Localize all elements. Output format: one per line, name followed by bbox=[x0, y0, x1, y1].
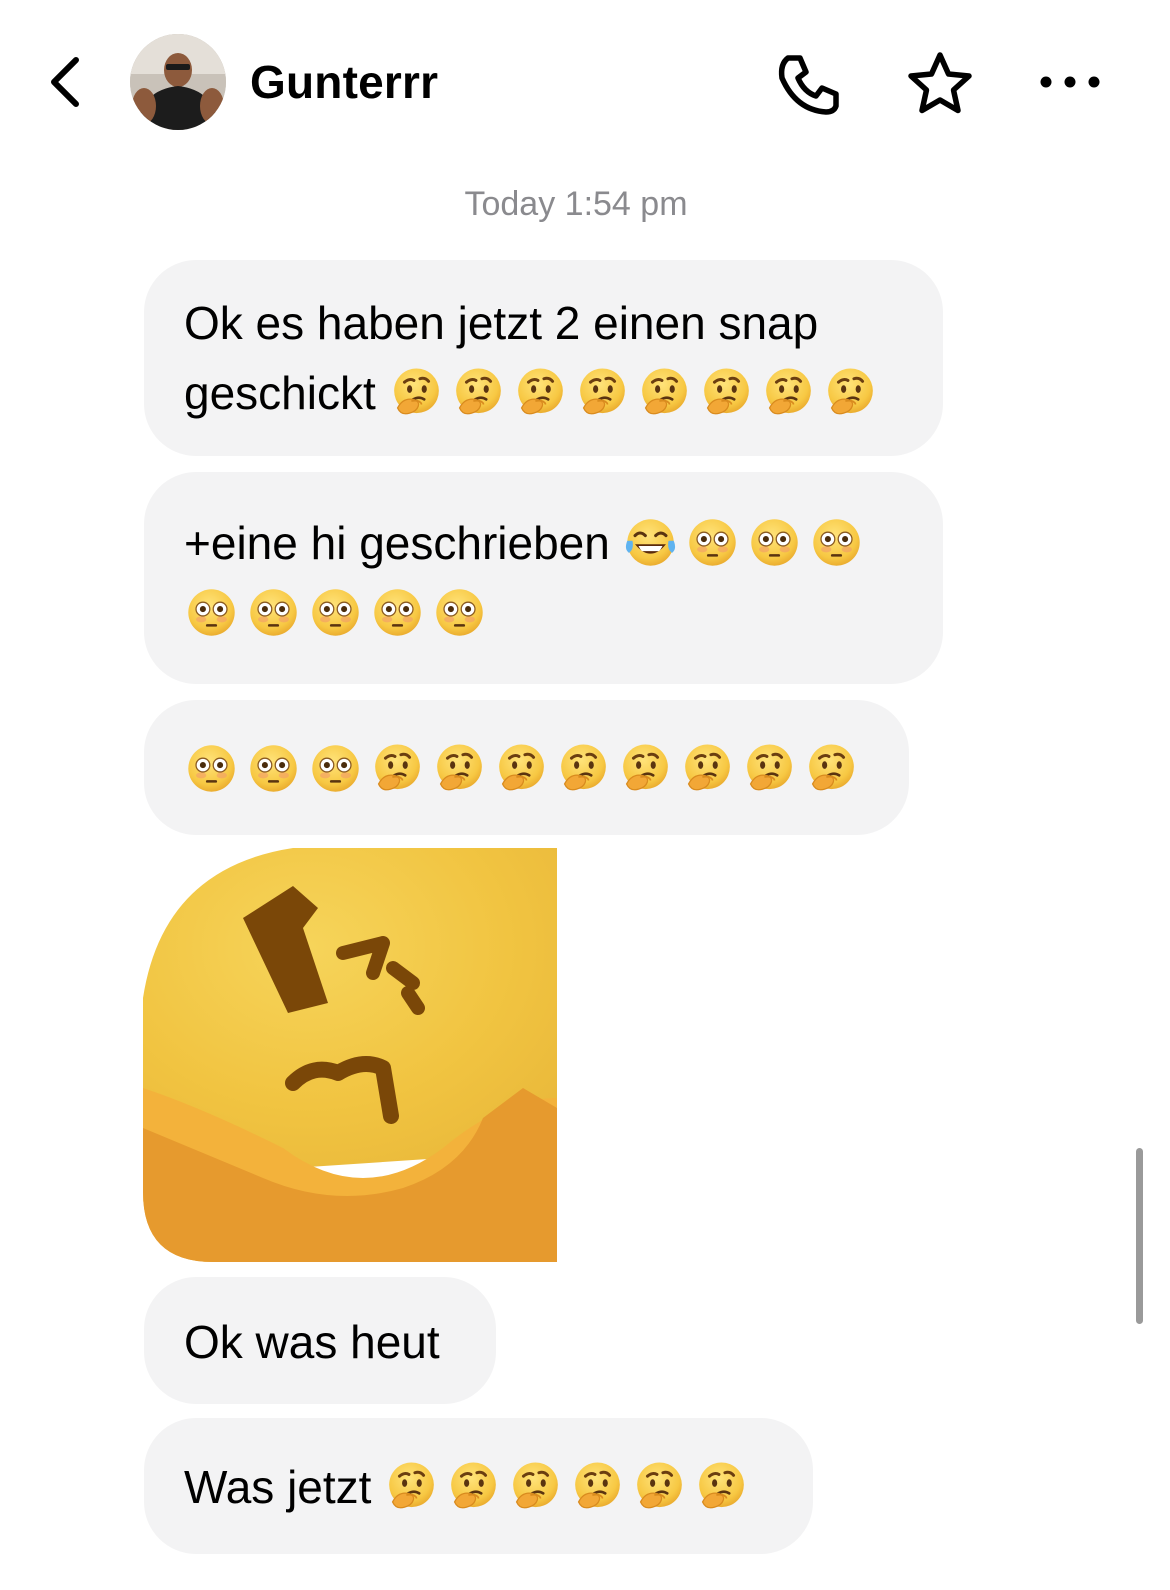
thinking-emoji-icon bbox=[699, 365, 754, 420]
thinking-emoji-icon bbox=[742, 741, 797, 796]
thinking-emoji-icon bbox=[575, 365, 630, 420]
chevron-left-icon bbox=[51, 57, 79, 107]
thinking-emoji-icon bbox=[618, 741, 673, 796]
contact-name[interactable]: Gunterrr bbox=[250, 54, 438, 110]
thinking-emoji-icon bbox=[680, 741, 735, 796]
thinking-emoji-icon bbox=[570, 1459, 625, 1514]
message-bubble[interactable] bbox=[144, 700, 909, 835]
thinking-face-sticker[interactable] bbox=[143, 848, 557, 1262]
thinking-emoji-icon bbox=[761, 365, 816, 420]
thinking-emoji-icon bbox=[823, 365, 878, 420]
flushed-emoji-icon bbox=[685, 515, 740, 570]
flushed-emoji-icon bbox=[432, 585, 487, 640]
thinking-emoji-icon bbox=[804, 741, 859, 796]
emoji-group bbox=[184, 743, 859, 795]
call-button[interactable] bbox=[774, 48, 846, 120]
message-text: Was jetzt bbox=[184, 1461, 372, 1513]
scrollbar[interactable] bbox=[1136, 1148, 1143, 1324]
thinking-sticker-icon bbox=[143, 848, 557, 1262]
message-timestamp: Today 1:54 pm bbox=[464, 185, 688, 223]
flushed-emoji-icon bbox=[246, 741, 301, 796]
thinking-emoji-icon bbox=[389, 365, 444, 420]
back-button[interactable] bbox=[38, 52, 98, 112]
thinking-emoji-icon bbox=[637, 365, 692, 420]
star-icon bbox=[908, 52, 972, 114]
flushed-emoji-icon bbox=[184, 585, 239, 640]
conversation-header: Gunterrr bbox=[0, 0, 1170, 160]
thinking-emoji-icon bbox=[432, 741, 487, 796]
emoji-group bbox=[384, 1461, 749, 1513]
thinking-emoji-icon bbox=[513, 365, 568, 420]
flushed-emoji-icon bbox=[184, 741, 239, 796]
more-dots-icon bbox=[1040, 76, 1100, 88]
thinking-emoji-icon bbox=[694, 1459, 749, 1514]
emoji-group bbox=[389, 367, 878, 419]
thinking-emoji-icon bbox=[446, 1459, 501, 1514]
message-bubble[interactable]: +eine hi geschrieben bbox=[144, 472, 943, 684]
phone-icon bbox=[778, 55, 839, 115]
more-options-button[interactable] bbox=[1034, 48, 1106, 120]
favorite-button[interactable] bbox=[904, 48, 976, 120]
thinking-emoji-icon bbox=[556, 741, 611, 796]
flushed-emoji-icon bbox=[747, 515, 802, 570]
thinking-emoji-icon bbox=[494, 741, 549, 796]
message-bubble[interactable]: Ok es haben jetzt 2 einen snap geschickt bbox=[144, 260, 943, 456]
flushed-emoji-icon bbox=[809, 515, 864, 570]
flushed-emoji-icon bbox=[246, 585, 301, 640]
avatar-photo bbox=[130, 34, 226, 130]
message-text: +eine hi geschrieben bbox=[184, 517, 610, 569]
thinking-emoji-icon bbox=[384, 1459, 439, 1514]
flushed-emoji-icon bbox=[370, 585, 425, 640]
thinking-emoji-icon bbox=[632, 1459, 687, 1514]
avatar[interactable] bbox=[130, 34, 226, 130]
message-text: Ok was heut bbox=[184, 1316, 440, 1368]
thinking-emoji-icon bbox=[451, 365, 506, 420]
flushed-emoji-icon bbox=[308, 585, 363, 640]
flushed-emoji-icon bbox=[308, 741, 363, 796]
message-bubble[interactable]: Was jetzt bbox=[144, 1418, 813, 1554]
thinking-emoji-icon bbox=[370, 741, 425, 796]
message-bubble[interactable]: Ok was heut bbox=[144, 1277, 496, 1404]
joy-emoji-icon bbox=[623, 515, 678, 570]
thinking-emoji-icon bbox=[508, 1459, 563, 1514]
